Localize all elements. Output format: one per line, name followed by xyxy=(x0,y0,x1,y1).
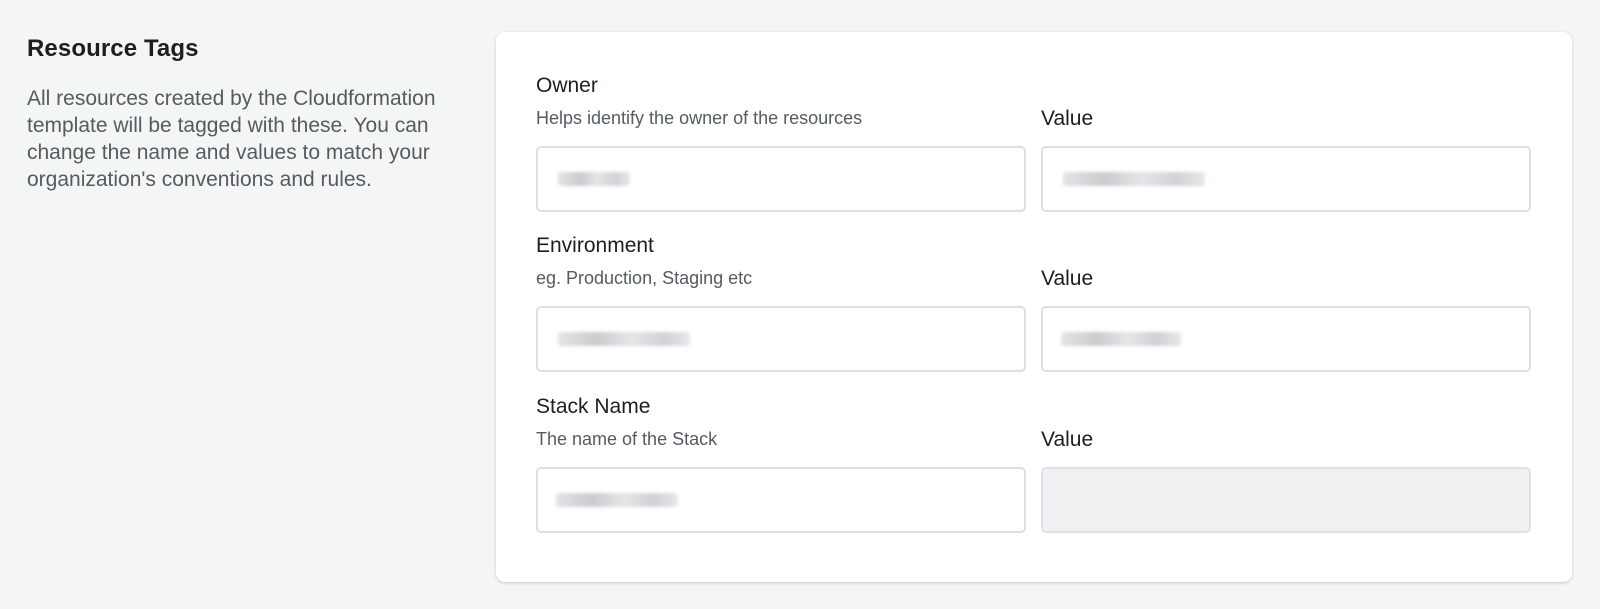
resource-tags-card: Owner Helps identify the owner of the re… xyxy=(496,32,1572,582)
section-description: All resources created by the Cloudformat… xyxy=(27,87,436,191)
value-label-environment: Value xyxy=(1041,267,1094,290)
section-title: Resource Tags xyxy=(27,35,199,62)
resource-tags-intro: Resource Tags All resources created by t… xyxy=(27,33,447,193)
tag-help-owner: Helps identify the owner of the resource… xyxy=(536,108,863,128)
tag-label-stack-name: Stack Name xyxy=(536,395,651,418)
stack-name-value-input xyxy=(1041,467,1531,533)
tag-row-environment: Environment eg. Production, Staging etc … xyxy=(536,232,1532,372)
stack-name-input[interactable] xyxy=(536,467,1026,533)
owner-name-input[interactable] xyxy=(536,146,1026,212)
environment-value-input[interactable] xyxy=(1041,306,1531,372)
tag-row-owner: Owner Helps identify the owner of the re… xyxy=(536,72,1532,212)
tag-row-stack-name: Stack Name The name of the Stack Value xyxy=(536,393,1532,533)
tag-label-environment: Environment xyxy=(536,234,654,257)
tag-help-stack-name: The name of the Stack xyxy=(536,429,718,449)
owner-value-input[interactable] xyxy=(1041,146,1531,212)
value-label-owner: Value xyxy=(1041,107,1094,130)
tag-help-environment: eg. Production, Staging etc xyxy=(536,268,753,288)
tag-label-owner: Owner xyxy=(536,74,598,97)
environment-name-input[interactable] xyxy=(536,306,1026,372)
value-label-stack-name: Value xyxy=(1041,428,1094,451)
